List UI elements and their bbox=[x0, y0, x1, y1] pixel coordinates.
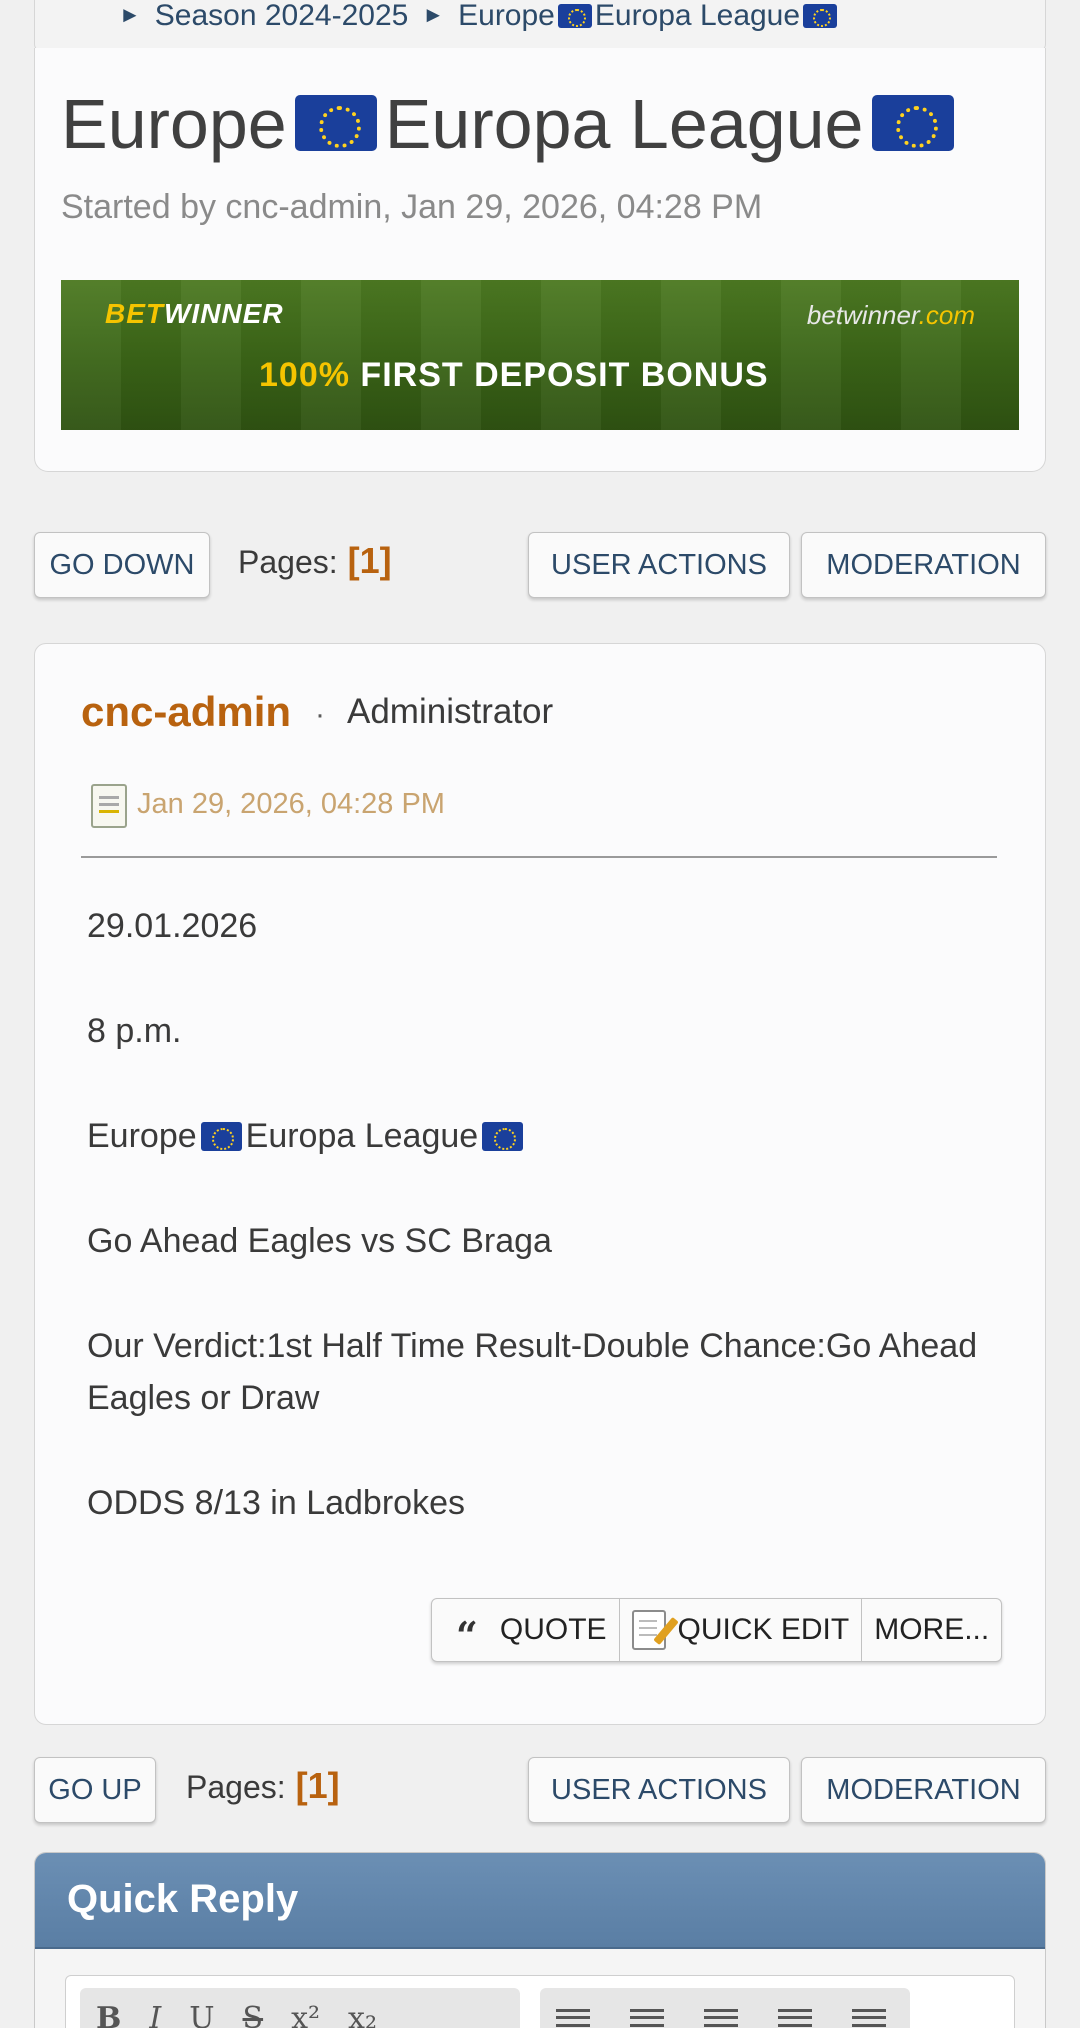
pages-label: Pages: bbox=[238, 544, 338, 580]
pagination-top: Pages: [1] bbox=[238, 540, 392, 582]
quick-reply-panel: Quick Reply B I U S x² x₂ bbox=[34, 1852, 1046, 2028]
user-actions-button[interactable]: USER ACTIONS bbox=[528, 532, 790, 598]
more-button[interactable]: MORE... bbox=[862, 1599, 1001, 1661]
align-toolbar bbox=[540, 1988, 910, 2028]
breadcrumb-item-europa-league[interactable]: Europa League bbox=[595, 0, 800, 32]
eu-flag-icon bbox=[200, 1122, 242, 1151]
go-down-button[interactable]: GO DOWN bbox=[34, 532, 210, 598]
banner-logo: BETWINNER bbox=[105, 298, 284, 329]
strikethrough-button[interactable]: S bbox=[243, 2001, 264, 2028]
breadcrumb-arrow-icon: ► bbox=[422, 2, 445, 27]
quote-icon: “ bbox=[456, 1612, 478, 1658]
banner-bonus-text: 100% FIRST DEPOSIT BONUS bbox=[259, 356, 769, 394]
post-date-link[interactable]: Jan 29, 2026, 04:28 PM bbox=[137, 788, 445, 821]
eu-flag-icon bbox=[803, 4, 838, 28]
eu-flag-icon bbox=[871, 95, 954, 151]
align-center-icon[interactable] bbox=[630, 2009, 664, 2027]
breadcrumb-item-europe[interactable]: Europe bbox=[458, 0, 555, 32]
breadcrumb-arrow-icon: ► bbox=[119, 2, 141, 27]
betwinner-ad-banner[interactable]: BETWINNER betwinner.com 100% FIRST DEPOS… bbox=[61, 280, 1019, 430]
align-right-icon[interactable] bbox=[704, 2009, 738, 2027]
document-icon bbox=[91, 784, 127, 828]
post-actions: “QUOTE QUICK EDIT MORE... bbox=[431, 1598, 1003, 1662]
title-part-europe: Europe bbox=[61, 85, 287, 163]
subscript-button[interactable]: x₂ bbox=[348, 2001, 377, 2028]
breadcrumb: ► Season 2024-2025 ► Europe Europa League bbox=[34, 0, 1046, 52]
current-page-link[interactable]: [1] bbox=[348, 540, 392, 581]
post-line-odds: ODDS 8/13 in Ladbrokes bbox=[87, 1484, 465, 1522]
align-full-icon[interactable] bbox=[852, 2009, 886, 2027]
breadcrumb-item-season[interactable]: Season 2024-2025 bbox=[155, 0, 409, 32]
post-line-match: Go Ahead Eagles vs SC Braga bbox=[87, 1222, 552, 1260]
pagination-bottom: Pages: [1] bbox=[186, 1765, 340, 1807]
post-line-league: Europe Europa League bbox=[87, 1110, 997, 1162]
topic-header: Europe Europa League Started by cnc-admin… bbox=[34, 48, 1046, 472]
eu-flag-icon bbox=[294, 95, 377, 151]
current-page-link[interactable]: [1] bbox=[296, 1765, 340, 1806]
underline-button[interactable]: U bbox=[189, 2001, 214, 2028]
post-line-date: 29.01.2026 bbox=[87, 907, 258, 945]
eu-flag-icon bbox=[482, 1122, 524, 1151]
superscript-button[interactable]: x² bbox=[291, 2001, 320, 2028]
bold-button[interactable]: B bbox=[96, 2001, 121, 2028]
post: cnc-admin · Administrator Jan 29, 2026, … bbox=[34, 643, 1046, 1725]
quick-edit-button[interactable]: QUICK EDIT bbox=[620, 1599, 863, 1661]
topic-started-by: Started by cnc-admin, Jan 29, 2026, 04:2… bbox=[61, 188, 763, 226]
quote-button[interactable]: “QUOTE bbox=[432, 1599, 620, 1661]
pages-label: Pages: bbox=[186, 1769, 286, 1805]
eu-flag-icon bbox=[557, 4, 592, 28]
italic-button[interactable]: I bbox=[149, 2001, 161, 2028]
moderation-button[interactable]: MODERATION bbox=[801, 1757, 1046, 1823]
author-role: Administrator bbox=[347, 692, 554, 731]
moderation-button[interactable]: MODERATION bbox=[801, 532, 1046, 598]
title-part-europa-league: Europa League bbox=[384, 85, 864, 163]
banner-site: betwinner.com bbox=[806, 300, 975, 330]
go-up-button[interactable]: GO UP bbox=[34, 1757, 156, 1823]
user-actions-button[interactable]: USER ACTIONS bbox=[528, 1757, 790, 1823]
quick-reply-title: Quick Reply bbox=[35, 1853, 1045, 1949]
justify-icon[interactable] bbox=[778, 2009, 812, 2027]
edit-icon bbox=[631, 1610, 666, 1650]
post-author-link[interactable]: cnc-admin bbox=[81, 688, 291, 736]
post-line-time: 8 p.m. bbox=[87, 1012, 182, 1050]
separator-dot: · bbox=[315, 698, 325, 731]
format-toolbar: B I U S x² x₂ bbox=[80, 1988, 520, 2028]
divider bbox=[81, 856, 997, 858]
align-left-icon[interactable] bbox=[556, 2009, 590, 2027]
page-title: Europe Europa League bbox=[61, 84, 962, 164]
reply-editor[interactable]: B I U S x² x₂ bbox=[65, 1975, 1015, 2028]
post-line-verdict: Our Verdict:1st Half Time Result-Double … bbox=[87, 1327, 978, 1417]
post-body: 29.01.2026 8 p.m. Europe Europa League Go… bbox=[87, 900, 997, 1582]
